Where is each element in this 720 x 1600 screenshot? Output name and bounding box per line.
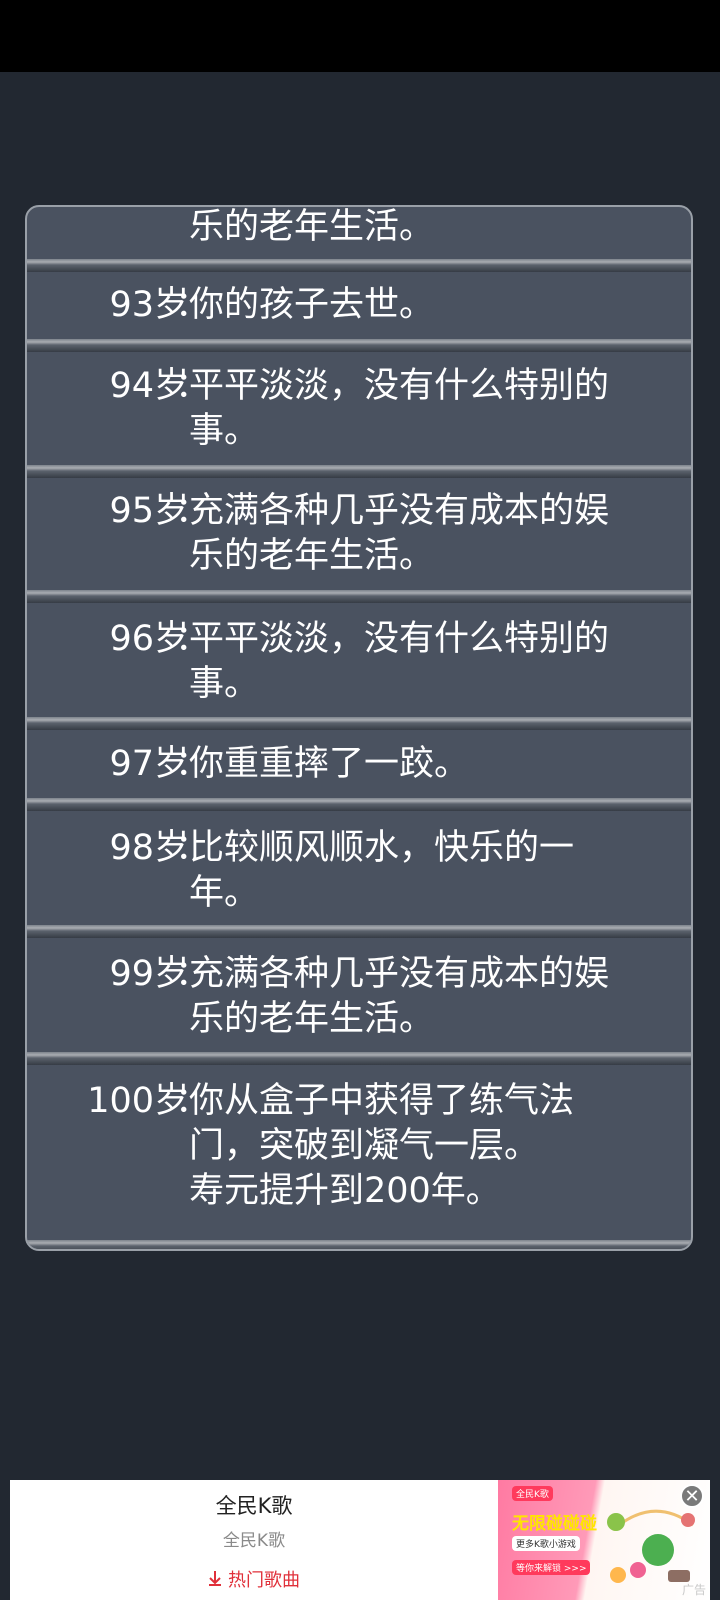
log-entry-text: 充满各种几乎没有成本的娱 (189, 954, 610, 994)
ad-label: 广告 (681, 1583, 706, 1597)
ad-image-headline: 无限碰碰碰 (512, 1514, 597, 1534)
ad-subtitle: 全民K歌 (222, 1531, 286, 1551)
ad-cta-label: 热门歌曲 (228, 1570, 300, 1591)
log-entry-age: 95岁 (109, 491, 189, 531)
log-entry-age: 96岁 (109, 619, 189, 659)
log-entry-text: 你重重摔了一跤。 (189, 744, 470, 784)
log-entry-text: 事。 (189, 411, 260, 451)
download-arrow-icon (208, 1570, 222, 1591)
entry-divider (27, 1240, 691, 1249)
log-entry-text: 乐的老年生活。 (189, 536, 435, 576)
log-entry-text: 寿元提升到200年。 (189, 1171, 501, 1211)
log-entry-text: 乐的老年生活。 (189, 999, 435, 1039)
log-entry-99: 99岁 ： 充满各种几乎没有成本的娱 乐的老年生活。 (27, 950, 691, 1050)
log-entry-98: 98岁 ： 比较顺风顺水，快乐的一 年。 (27, 824, 691, 924)
entry-divider (27, 590, 691, 603)
ad-banner[interactable]: 全民K歌 全民K歌 热门歌曲 全民K歌 无限碰碰碰 更多K歌小游戏 等你来解锁 … (10, 1480, 710, 1600)
log-entry-text: 事。 (189, 664, 260, 704)
entry-divider (27, 925, 691, 938)
log-entry-text: 你从盒子中获得了练气法 (189, 1081, 575, 1121)
log-entry-text: 充满各种几乎没有成本的娱 (189, 491, 610, 531)
log-entry-age: 98岁 (109, 828, 189, 868)
log-entry-text: 门，突破到凝气一层。 (189, 1126, 540, 1166)
status-bar (0, 0, 720, 72)
log-entry-95: 95岁 ： 充满各种几乎没有成本的娱 乐的老年生活。 (27, 487, 691, 587)
log-entry-text: 平平淡淡，没有什么特别的 (189, 366, 610, 406)
log-entry-age: 97岁 (109, 744, 189, 784)
entry-divider (27, 1052, 691, 1065)
entry-divider (27, 465, 691, 478)
ad-image-cta: 等你来解锁 >>> (512, 1560, 591, 1575)
log-entry-93: 93岁 ： 你的孩子去世。 (27, 277, 691, 337)
log-entry-text: 乐的老年生活。 (189, 207, 435, 247)
ad-download-link[interactable]: 热门歌曲 (10, 1566, 498, 1592)
ad-image-sub: 更多K歌小游戏 (512, 1536, 580, 1551)
ad-image[interactable]: 全民K歌 无限碰碰碰 更多K歌小游戏 等你来解锁 >>> 广告 (498, 1480, 710, 1600)
log-entry-age: 93岁 (109, 285, 189, 325)
ad-image-tag: 全民K歌 (512, 1486, 553, 1501)
entry-divider (27, 259, 691, 272)
log-entry-text: 比较顺风顺水，快乐的一 (189, 828, 575, 868)
close-icon[interactable]: ✕ (680, 1484, 704, 1508)
log-entry-age: 99岁 (109, 954, 189, 994)
entry-divider (27, 798, 691, 811)
life-log-panel[interactable]: 乐的老年生活。 93岁 ： 你的孩子去世。 94岁 ： 平平淡淡，没有什么特别的… (25, 205, 693, 1251)
log-entry-partial: 乐的老年生活。 (27, 207, 691, 259)
log-entry-age: 94岁 (109, 366, 189, 406)
log-entry-94: 94岁 ： 平平淡淡，没有什么特别的 事。 (27, 362, 691, 462)
log-entry-97: 97岁 ： 你重重摔了一跤。 (27, 740, 691, 800)
log-entry-text: 平平淡淡，没有什么特别的 (189, 619, 610, 659)
ad-title[interactable]: 全民K歌 (10, 1490, 498, 1520)
entry-divider (27, 339, 691, 352)
log-entry-100: 100岁 ： 你从盒子中获得了练气法 门，突破到凝气一层。 寿元提升到200年。 (27, 1077, 691, 1227)
log-entry-age: 100岁 (87, 1081, 189, 1121)
log-entry-text: 你的孩子去世。 (189, 285, 435, 325)
log-entry-96: 96岁 ： 平平淡淡，没有什么特别的 事。 (27, 615, 691, 715)
entry-divider (27, 717, 691, 730)
log-entry-text: 年。 (189, 873, 260, 913)
